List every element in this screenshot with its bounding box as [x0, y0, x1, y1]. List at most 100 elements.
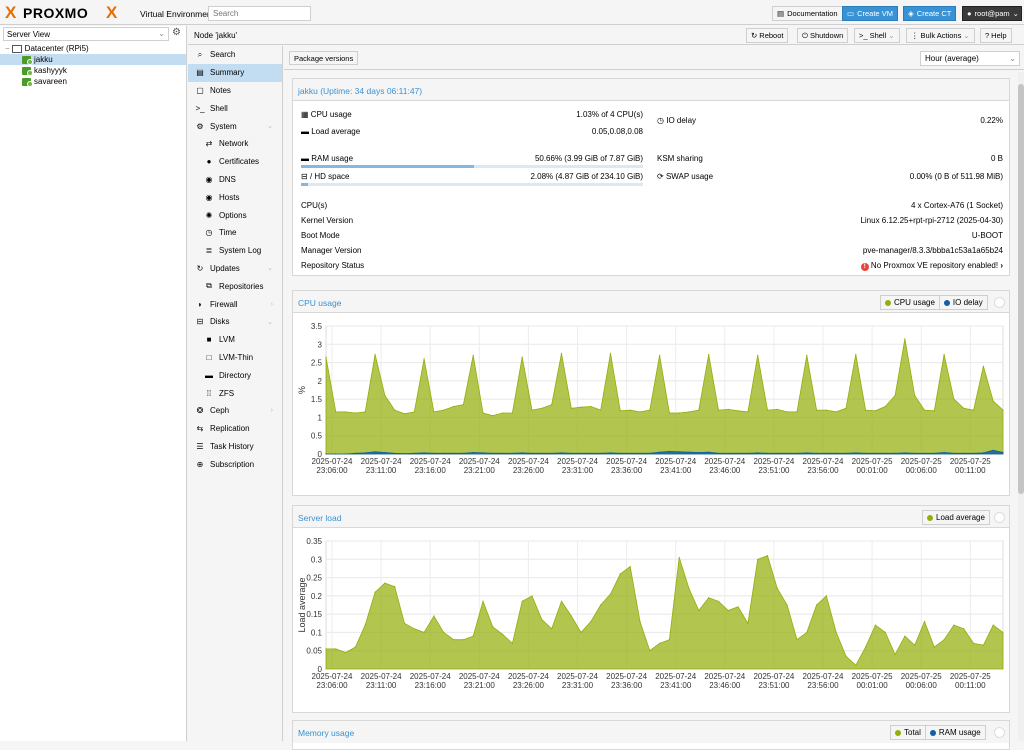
chart-undo-zoom-icon[interactable]	[994, 297, 1005, 308]
server-online-icon	[22, 66, 33, 76]
data-point	[394, 586, 396, 588]
nav-item-lvm[interactable]: ■ LVM	[188, 331, 282, 349]
user-menu-button[interactable]: ● root@pam ⌄	[962, 6, 1022, 21]
tree-item-kashyyyk[interactable]: kashyyyk	[0, 65, 186, 76]
tree-item-datacenter[interactable]: − Datacenter (RPi5)	[0, 43, 186, 54]
data-point	[737, 452, 739, 454]
package-versions-button[interactable]: Package versions	[289, 51, 359, 65]
legend-cpu-usage[interactable]: CPU usage	[881, 296, 940, 309]
data-point	[874, 624, 877, 626]
data-point	[874, 410, 877, 412]
nav-item-replication[interactable]: ⇆ Replication	[188, 420, 282, 438]
nav-item-network[interactable]: ⇄ Network	[188, 135, 282, 153]
x-tick-label: 2025-07-24	[655, 457, 696, 466]
help-button[interactable]: ? Help	[980, 28, 1012, 43]
data-point	[1002, 409, 1004, 411]
create-vm-button[interactable]: ▭ Create VM	[842, 6, 898, 21]
x-tick-label: 2025-07-24	[557, 672, 598, 681]
data-point	[609, 452, 612, 454]
repository-status-value[interactable]: ! No Proxmox VE repository enabled! ›	[753, 261, 1003, 271]
data-point	[708, 597, 710, 599]
y-tick-label: 3.5	[311, 322, 323, 331]
nav-item-notes[interactable]: ▢ Notes	[188, 82, 282, 100]
shell-button[interactable]: >_ Shell ⌄	[854, 28, 900, 43]
timeframe-select[interactable]: Hour (average) ⌄	[920, 51, 1020, 66]
x-tick-label: 2025-07-24	[704, 672, 745, 681]
nav-item-options[interactable]: ✺ Options	[188, 206, 282, 224]
summary-toolbar: Package versions Hour (average) ⌄	[284, 46, 1024, 70]
nav-item-firewall[interactable]: ◗ Firewall ›	[188, 295, 282, 313]
global-search-input[interactable]	[208, 6, 311, 21]
data-point	[904, 452, 906, 454]
nav-item-lvm-thin[interactable]: □ LVM-Thin	[188, 349, 282, 367]
nav-item-search[interactable]: ⌕ Search	[188, 46, 282, 64]
data-point	[531, 452, 533, 454]
data-point	[737, 606, 739, 608]
data-point	[678, 556, 680, 559]
create-ct-button[interactable]: ◈ Create CT	[903, 6, 957, 21]
data-point	[364, 452, 366, 454]
nav-item-system-log[interactable]: ≣ System Log	[188, 242, 282, 260]
tree-item-jakku[interactable]: jakku	[0, 54, 186, 65]
data-point	[953, 452, 955, 454]
nav-item-ceph[interactable]: ❂ Ceph ›	[188, 402, 282, 420]
nav-item-certificates[interactable]: ● Certificates	[188, 153, 282, 171]
resource-tree: − Datacenter (RPi5) jakku kashyyyk savare…	[0, 43, 186, 87]
nav-item-hosts[interactable]: ◉ Hosts	[188, 188, 282, 206]
tree-item-savareen[interactable]: savareen	[0, 76, 186, 87]
documentation-button[interactable]: ▤ Documentation	[772, 6, 843, 21]
cpu-usage-value: 1.03% of 4 CPU(s)	[576, 110, 643, 119]
terminal-icon: >_	[859, 31, 868, 40]
bulk-actions-button[interactable]: ⋮ Bulk Actions ⌄	[906, 28, 975, 43]
legend-io-delay[interactable]: IO delay	[940, 296, 987, 309]
data-point	[688, 451, 690, 453]
chart-undo-zoom-icon[interactable]	[994, 512, 1005, 523]
ksm-sharing-value: 0 B	[990, 154, 1003, 163]
server-view-select[interactable]: Server View ⌄	[3, 27, 169, 41]
nav-item-disks[interactable]: ⊟ Disks ⌄	[188, 313, 282, 331]
nav-item-label: Disks	[210, 317, 230, 327]
nav-item-dns[interactable]: ◉ DNS	[188, 171, 282, 189]
nav-item-label: Certificates	[219, 157, 260, 167]
monitor-icon: ▭	[847, 9, 855, 18]
nav-item-time[interactable]: ◷ Time	[188, 224, 282, 242]
data-point	[511, 452, 513, 454]
data-point	[590, 452, 592, 454]
nav-item-summary[interactable]: ▤ Summary	[188, 63, 282, 82]
nav-item-directory[interactable]: ▬ Directory	[188, 366, 282, 384]
y-tick-label: 2.5	[311, 359, 323, 368]
chevron-down-icon[interactable]: ⌄	[267, 264, 273, 272]
nav-item-task-history[interactable]: ☰ Task History	[188, 438, 282, 456]
reboot-button[interactable]: ↻ Reboot	[746, 28, 789, 43]
collapse-icon[interactable]: −	[5, 44, 10, 53]
data-point	[462, 452, 464, 454]
nav-item-repositories[interactable]: ⧉ Repositories	[188, 277, 282, 295]
legend-load-average[interactable]: Load average	[923, 511, 989, 524]
x-tick-label: 2025-07-24	[803, 457, 844, 466]
chevron-down-icon[interactable]: ⌄	[267, 318, 273, 326]
chevron-down-icon[interactable]: ⌄	[267, 122, 273, 130]
data-point	[649, 650, 651, 652]
scrollbar-thumb[interactable]	[1018, 84, 1024, 494]
data-point	[943, 639, 945, 641]
data-point	[894, 452, 896, 454]
nav-item-shell[interactable]: >_ Shell	[188, 99, 282, 117]
x-tick-label: 00:11:00	[955, 466, 986, 475]
refresh-icon: ⟳	[657, 172, 664, 181]
nav-item-updates[interactable]: ↻ Updates ⌄	[188, 260, 282, 278]
chevron-down-icon[interactable]: ›	[271, 407, 273, 414]
gear-icon[interactable]: ⚙	[172, 27, 181, 38]
nav-item-system[interactable]: ⚙ System ⌄	[188, 117, 282, 135]
shutdown-button[interactable]: ⏻ Shutdown	[797, 28, 849, 43]
legend-ram-usage[interactable]: RAM usage	[926, 726, 985, 739]
legend-total[interactable]: Total	[891, 726, 926, 739]
chevron-down-icon[interactable]: ›	[271, 301, 273, 308]
x-tick-label: 2025-07-24	[361, 672, 402, 681]
nav-item-zfs[interactable]: ⁞⁞ ZFS	[188, 384, 282, 402]
nav-item-subscription[interactable]: ⊕ Subscription	[188, 455, 282, 473]
x-tick-label: 23:36:00	[611, 681, 643, 690]
chart-undo-zoom-icon[interactable]	[994, 727, 1005, 738]
data-point	[953, 624, 955, 626]
ram-usage-label: ▬ RAM usage	[301, 154, 354, 163]
swap-usage-label: ⟳ SWAP usage	[657, 172, 714, 181]
